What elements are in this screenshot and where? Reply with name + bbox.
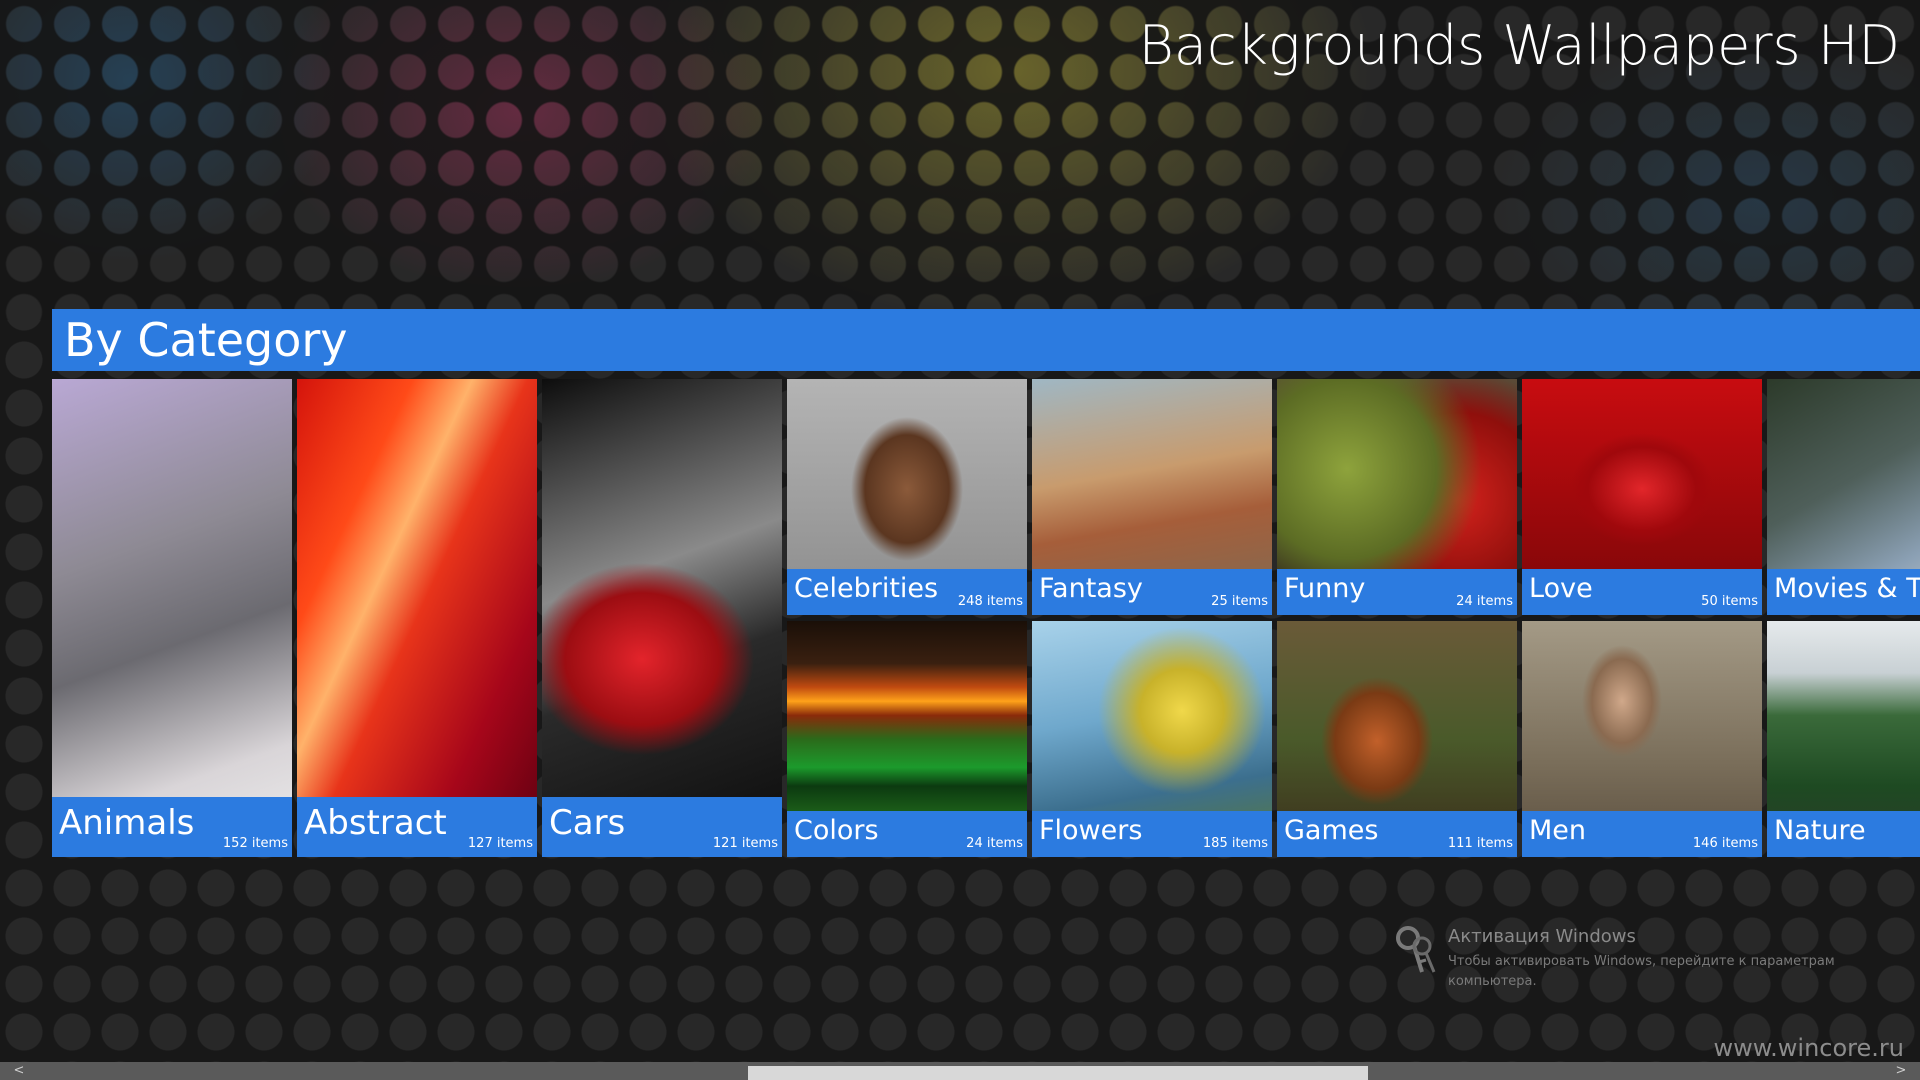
app-window: Backgrounds Wallpapers HD By Category An…: [0, 0, 1920, 1080]
site-watermark: www.wincore.ru: [1713, 1034, 1904, 1062]
tile-games[interactable]: Games 111 items: [1277, 621, 1517, 857]
tile-name: Celebrities: [794, 573, 939, 604]
tile-label: Abstract 127 items: [297, 797, 537, 857]
tile-celebrities[interactable]: Celebrities 248 items: [787, 379, 1027, 615]
tile-love[interactable]: Love 50 items: [1522, 379, 1762, 615]
section-header[interactable]: By Category: [52, 309, 1920, 371]
tile-name: Nature: [1774, 815, 1866, 846]
cat-photo: [52, 379, 292, 857]
tile-nature[interactable]: Nature: [1767, 621, 1920, 857]
tile-movies-tv[interactable]: Movies & TV: [1767, 379, 1920, 615]
tile-name: Colors: [794, 815, 879, 846]
tile-count: 152 items: [222, 836, 288, 851]
tile-label: Flowers 185 items: [1032, 811, 1272, 857]
tile-label: Animals 152 items: [52, 797, 292, 857]
key-icon: [1396, 926, 1436, 973]
tile-cars[interactable]: Cars 121 items: [542, 379, 782, 857]
tile-men[interactable]: Men 146 items: [1522, 621, 1762, 857]
tile-label: Funny 24 items: [1277, 569, 1517, 615]
activation-text: Чтобы активировать Windows, перейдите к …: [1448, 954, 1835, 989]
tile-animals[interactable]: Animals 152 items: [52, 379, 292, 857]
tile-name: Love: [1529, 573, 1593, 604]
tile-count: 121 items: [712, 836, 778, 851]
tile-name: Cars: [549, 803, 626, 843]
tile-funny[interactable]: Funny 24 items: [1277, 379, 1517, 615]
activation-title: Активация Windows: [1448, 926, 1636, 947]
tile-name: Abstract: [304, 803, 447, 843]
red-abstract-photo: [297, 379, 537, 857]
tile-count: 24 items: [966, 836, 1023, 851]
tile-label: Games 111 items: [1277, 811, 1517, 857]
scrollbar-thumb[interactable]: [748, 1066, 1368, 1080]
tile-label: Nature: [1767, 811, 1920, 857]
tile-name: Fantasy: [1039, 573, 1143, 604]
tile-label: Cars 121 items: [542, 797, 782, 857]
horizontal-scrollbar[interactable]: < >: [0, 1062, 1920, 1080]
scroll-right-icon[interactable]: >: [1892, 1062, 1910, 1080]
tile-count: 25 items: [1211, 594, 1268, 609]
tile-abstract[interactable]: Abstract 127 items: [297, 379, 537, 857]
tile-name: Flowers: [1039, 815, 1143, 846]
app-title: Backgrounds Wallpapers HD: [1138, 14, 1900, 77]
tile-label: Fantasy 25 items: [1032, 569, 1272, 615]
tile-label: Colors 24 items: [787, 811, 1027, 857]
tile-count: 50 items: [1701, 594, 1758, 609]
tile-count: 127 items: [467, 836, 533, 851]
tile-count: 146 items: [1692, 836, 1758, 851]
red-car-photo: [542, 379, 782, 857]
tile-count: 185 items: [1202, 836, 1268, 851]
tile-label: Love 50 items: [1522, 569, 1762, 615]
tile-name: Games: [1284, 815, 1379, 846]
tile-count: 248 items: [957, 594, 1023, 609]
tile-label: Movies & TV: [1767, 569, 1920, 615]
tile-name: Animals: [59, 803, 195, 843]
tile-name: Funny: [1284, 573, 1366, 604]
tile-label: Celebrities 248 items: [787, 569, 1027, 615]
category-grid: Animals 152 items Abstract 127 items Car…: [52, 379, 1920, 859]
tile-fantasy[interactable]: Fantasy 25 items: [1032, 379, 1272, 615]
tile-name: Movies & TV: [1774, 573, 1920, 604]
tile-name: Men: [1529, 815, 1587, 846]
tile-label: Men 146 items: [1522, 811, 1762, 857]
section-title: By Category: [64, 313, 348, 367]
tile-colors[interactable]: Colors 24 items: [787, 621, 1027, 857]
tile-flowers[interactable]: Flowers 185 items: [1032, 621, 1272, 857]
scroll-left-icon[interactable]: <: [10, 1062, 28, 1080]
tile-count: 111 items: [1447, 836, 1513, 851]
tile-count: 24 items: [1456, 594, 1513, 609]
